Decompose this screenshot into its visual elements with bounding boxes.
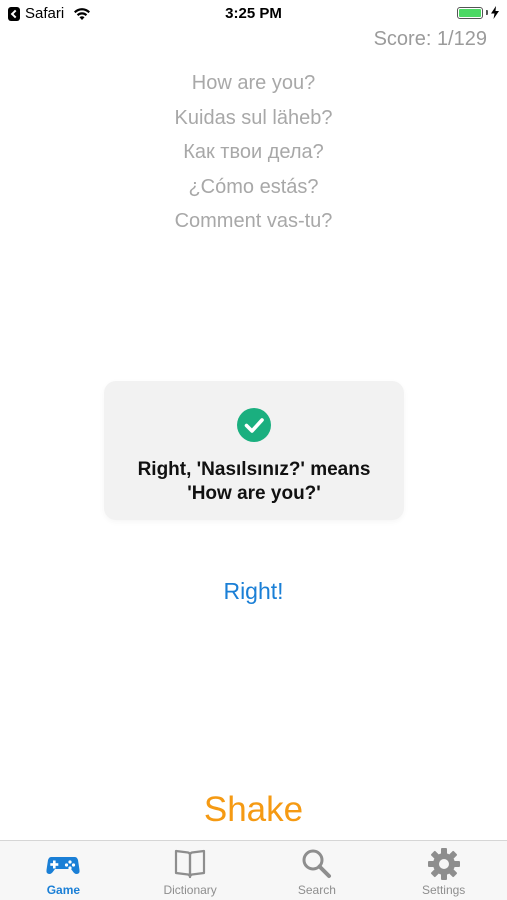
tab-label: Dictionary	[163, 883, 217, 897]
tab-label: Settings	[421, 883, 466, 897]
score-label: Score: 1/129	[373, 28, 487, 50]
tab-bar: Game Dictionary Search Settings	[0, 840, 507, 900]
search-icon	[302, 849, 331, 878]
battery-indicator	[457, 6, 499, 19]
tab-settings[interactable]: Settings	[380, 841, 507, 900]
toast-message: Right, 'Nasılsınız?' means 'How are you?…	[104, 458, 404, 506]
book-icon	[175, 849, 206, 879]
battery-icon	[457, 6, 483, 19]
result-label: Right!	[223, 578, 284, 604]
gear-icon	[427, 848, 460, 880]
gamepad-icon	[46, 857, 80, 874]
shake-button[interactable]: Shake	[0, 790, 507, 830]
tab-label: Search	[297, 883, 336, 897]
phrase-option[interactable]: Как твои дела?	[0, 139, 507, 174]
status-bar: Safari 3:25 PM	[0, 0, 507, 28]
toast-line-1: Right, 'Nasılsınız?' means	[137, 459, 371, 480]
toast-line-2: 'How are you?'	[187, 483, 321, 504]
phrase-option[interactable]: Comment vas-tu?	[0, 208, 507, 243]
result-toast: Right, 'Nasılsınız?' means 'How are you?…	[104, 381, 404, 520]
status-time: 3:25 PM	[225, 5, 282, 22]
tab-search[interactable]: Search	[254, 841, 381, 900]
checkmark-circle-icon	[237, 408, 271, 442]
phrase-options: How are you? Kuidas sul läheb? Как твои …	[0, 70, 507, 243]
phrase-option[interactable]: How are you?	[0, 70, 507, 105]
tab-label: Game	[46, 883, 81, 897]
charging-bolt-icon	[491, 6, 499, 19]
tab-dictionary[interactable]: Dictionary	[127, 841, 254, 900]
tab-game[interactable]: Game	[0, 841, 127, 900]
phrase-option[interactable]: ¿Cómo estás?	[0, 174, 507, 209]
phrase-option[interactable]: Kuidas sul läheb?	[0, 105, 507, 140]
